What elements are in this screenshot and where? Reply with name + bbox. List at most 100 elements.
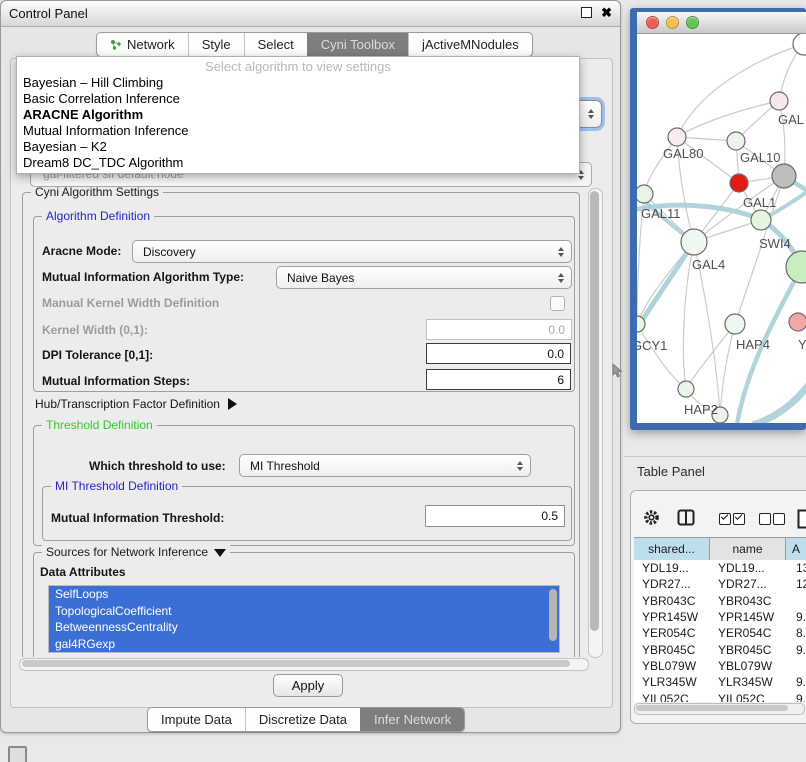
select-all-2-icon[interactable]	[733, 513, 745, 525]
mi-algorithm-type-label: Mutual Information Algorithm Type:	[42, 270, 244, 284]
tab-cyni-toolbox[interactable]: Cyni Toolbox	[307, 33, 408, 56]
columns-icon[interactable]	[677, 509, 695, 526]
table-cell: YBR045C	[634, 643, 712, 657]
list-item[interactable]: BetweennessCentrality	[49, 619, 559, 636]
table-row[interactable]: YBR045CYBR045C9.	[634, 641, 806, 657]
select-all-icon[interactable]	[719, 513, 731, 525]
network-node[interactable]	[772, 164, 796, 188]
table-cell: YLR345W	[634, 675, 712, 689]
docked-panel-icon[interactable]	[8, 746, 27, 762]
group-title: Threshold Definition	[42, 418, 157, 432]
sources-group-title[interactable]: Sources for Network Inference	[42, 545, 230, 559]
tab-impute-data[interactable]: Impute Data	[148, 708, 245, 731]
column-header-name[interactable]: name	[710, 538, 786, 560]
network-view-canvas[interactable]: GALGAL80GAL10GAL1GAL11SWI4GAL4GCY1HAP4YH…	[637, 34, 806, 423]
dropdown-item[interactable]: Dream8 DC_TDC Algorithm	[17, 155, 579, 171]
mi-algorithm-type-combobox[interactable]: Naive Bayes	[276, 266, 572, 289]
tab-infer-network[interactable]: Infer Network	[360, 708, 464, 731]
network-node[interactable]	[730, 174, 748, 192]
column-header-shared[interactable]: shared...	[634, 538, 710, 560]
network-node[interactable]	[789, 313, 806, 331]
table-row[interactable]: YDL19...YDL19...13	[634, 560, 806, 576]
which-threshold-combobox[interactable]: MI Threshold	[239, 454, 531, 477]
network-window-titlebar[interactable]	[637, 12, 806, 34]
table-row[interactable]: YBL079WYBL079W	[634, 658, 806, 674]
table-cell: YPR145W	[712, 610, 790, 624]
table-row[interactable]: YBR043CYBR043C	[634, 593, 806, 609]
network-node[interactable]	[786, 251, 806, 283]
dropdown-item[interactable]: Bayesian – K2	[17, 139, 579, 155]
settings-scroll-area: Cyni Algorithm Settings Algorithm Defini…	[18, 187, 587, 657]
combo-arrows-icon	[588, 109, 594, 119]
table-body: YDL19...YDL19...13YDR27...YDR27...12YBR0…	[634, 560, 806, 702]
column-header-partial[interactable]: A	[786, 538, 806, 560]
aracne-mode-combobox[interactable]: Discovery	[132, 240, 572, 263]
network-node[interactable]	[770, 92, 788, 110]
tab-jactivemnodules[interactable]: jActiveMNodules	[408, 33, 532, 56]
data-attributes-list[interactable]: SelfLoops TopologicalCoefficient Between…	[48, 585, 560, 653]
mi-threshold-input[interactable]: 0.5	[425, 505, 565, 527]
bottom-tab-bar: Impute Data Discretize Data Infer Networ…	[147, 707, 465, 732]
scrollbar-thumb[interactable]	[590, 191, 599, 631]
zoom-window-icon[interactable]	[686, 16, 699, 29]
list-item[interactable]: TopologicalCoefficient	[49, 603, 559, 620]
dpi-tolerance-input[interactable]: 0.0	[426, 343, 571, 364]
tab-select[interactable]: Select	[244, 33, 307, 56]
table-cell: YER054C	[712, 626, 790, 640]
dropdown-item[interactable]: Mutual Information Inference	[17, 123, 579, 139]
dropdown-item[interactable]: Bayesian – Hill Climbing	[17, 75, 579, 91]
network-node[interactable]	[751, 210, 771, 230]
panel-divider	[624, 456, 806, 457]
table-row[interactable]: YDR27...YDR27...12	[634, 576, 806, 592]
network-node[interactable]	[678, 381, 694, 397]
close-panel-icon[interactable]: ✖	[601, 6, 612, 19]
table-horizontal-scrollbar[interactable]	[634, 703, 805, 715]
network-edge[interactable]	[677, 101, 779, 137]
network-node[interactable]	[793, 34, 806, 55]
dropdown-item-selected[interactable]: ARACNE Algorithm	[17, 107, 579, 123]
kernel-width-label: Kernel Width (0,1):	[42, 323, 148, 337]
deselect-all-icon[interactable]	[759, 513, 771, 525]
list-item[interactable]: gal4RGexp	[49, 636, 559, 653]
apply-button[interactable]: Apply	[273, 674, 343, 697]
control-panel-titlebar[interactable]: Control Panel ✖	[1, 1, 620, 27]
dropdown-item[interactable]: Basic Correlation Inference	[17, 91, 579, 107]
table-row[interactable]: YPR145WYPR145W9.	[634, 609, 806, 625]
network-node[interactable]	[637, 185, 653, 203]
hub-definition-expander[interactable]: Hub/Transcription Factor Definition	[35, 397, 237, 411]
combo-arrows-icon	[558, 273, 564, 283]
tab-style[interactable]: Style	[188, 33, 244, 56]
table-row[interactable]: YLR345WYLR345W9.	[634, 674, 806, 690]
settings-vertical-scrollbar[interactable]	[588, 188, 603, 658]
table-row[interactable]: YER054CYER054C8.	[634, 625, 806, 641]
close-window-icon[interactable]	[646, 16, 659, 29]
table-cell: YDR27...	[712, 577, 790, 591]
scrollbar-thumb[interactable]	[22, 660, 570, 667]
settings-horizontal-scrollbar[interactable]	[19, 658, 589, 671]
table-row[interactable]: YIL052CYIL052C9.	[634, 690, 806, 702]
kernel-width-input[interactable]: 0.0	[426, 319, 572, 340]
list-item[interactable]: SelfLoops	[49, 586, 559, 603]
minimize-window-icon[interactable]	[666, 16, 679, 29]
mi-steps-input[interactable]: 6	[426, 369, 571, 390]
manual-kernel-width-checkbox[interactable]	[550, 296, 565, 311]
tab-discretize-data[interactable]: Discretize Data	[245, 708, 360, 731]
mouse-cursor	[612, 364, 623, 378]
network-node[interactable]	[725, 314, 745, 334]
network-node[interactable]	[681, 229, 707, 255]
mi-threshold-label: Mutual Information Threshold:	[51, 511, 224, 525]
network-edge[interactable]	[637, 324, 686, 389]
scrollbar-thumb[interactable]	[636, 705, 788, 711]
table-cell: YDR27...	[634, 577, 712, 591]
control-panel-title: Control Panel	[9, 6, 88, 21]
float-panel-icon[interactable]	[581, 7, 592, 18]
network-edge[interactable]	[720, 324, 735, 415]
network-node[interactable]	[727, 132, 745, 150]
document-icon[interactable]	[797, 509, 806, 529]
network-node[interactable]	[668, 128, 686, 146]
deselect-all-2-icon[interactable]	[773, 513, 785, 525]
gear-icon[interactable]	[643, 509, 660, 526]
tab-network[interactable]: Network	[97, 33, 188, 56]
network-edge-thick[interactable]	[753, 382, 806, 423]
list-scrollbar[interactable]	[549, 589, 557, 641]
